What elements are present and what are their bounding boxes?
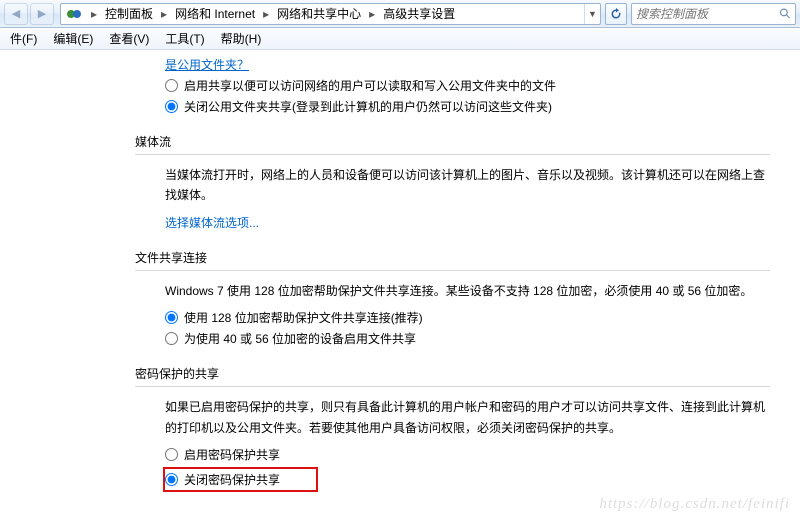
public-folder-help-link[interactable]: 是公用文件夹？ (165, 58, 249, 72)
breadcrumb-dropdown[interactable]: ▼ (584, 4, 600, 24)
password-section-title: 密码保护的共享 (135, 365, 770, 387)
fileshare-section-title: 文件共享连接 (135, 249, 770, 271)
fileshare-128-label: 使用 128 位加密帮助保护文件共享连接(推荐) (184, 309, 423, 326)
forward-button[interactable]: ▶ (30, 3, 54, 25)
arrow-right-icon: ▶ (38, 7, 46, 20)
breadcrumb-seg-1[interactable]: 网络和 Internet (171, 4, 259, 24)
address-toolbar: ◀ ▶ ▸ 控制面板 ▸ 网络和 Internet ▸ 网络和共享中心 ▸ 高级… (0, 0, 800, 28)
password-section-desc: 如果已启用密码保护的共享，则只有具备此计算机的用户帐户和密码的用户才可以访问共享… (165, 397, 770, 438)
breadcrumb-seg-0[interactable]: 控制面板 (101, 4, 157, 24)
public-folder-disable-row[interactable]: 关闭公用文件夹共享(登录到此计算机的用户仍然可以访问这些文件夹) (165, 98, 770, 115)
fileshare-128-radio[interactable] (165, 311, 178, 324)
fileshare-4056-label: 为使用 40 或 56 位加密的设备启用文件共享 (184, 330, 416, 347)
highlight-annotation: 关闭密码保护共享 (163, 467, 318, 492)
refresh-button[interactable] (605, 3, 627, 25)
refresh-icon (610, 8, 622, 20)
arrow-left-icon: ◀ (12, 7, 20, 20)
chevron-right-icon[interactable]: ▸ (87, 4, 101, 24)
chevron-right-icon[interactable]: ▸ (259, 4, 273, 24)
chevron-down-icon: ▼ (588, 9, 597, 19)
media-options-link[interactable]: 选择媒体流选项... (165, 216, 259, 230)
back-button[interactable]: ◀ (4, 3, 28, 25)
search-input[interactable] (636, 7, 779, 21)
menu-edit[interactable]: 编辑(E) (45, 28, 101, 49)
breadcrumb-seg-2[interactable]: 网络和共享中心 (273, 4, 365, 24)
chevron-right-icon[interactable]: ▸ (365, 4, 379, 24)
fileshare-4056-radio[interactable] (165, 332, 178, 345)
password-disable-label: 关闭密码保护共享 (184, 471, 280, 488)
fileshare-128-row[interactable]: 使用 128 位加密帮助保护文件共享连接(推荐) (165, 309, 770, 326)
password-disable-radio[interactable] (165, 473, 178, 486)
public-folder-enable-row[interactable]: 启用共享以便可以访问网络的用户可以读取和写入公用文件夹中的文件 (165, 77, 770, 94)
password-enable-label: 启用密码保护共享 (184, 446, 280, 463)
password-enable-radio[interactable] (165, 448, 178, 461)
public-folder-disable-radio[interactable] (165, 100, 178, 113)
public-folder-disable-label: 关闭公用文件夹共享(登录到此计算机的用户仍然可以访问这些文件夹) (184, 98, 552, 115)
menu-tools[interactable]: 工具(T) (157, 28, 212, 49)
search-box[interactable] (631, 3, 796, 25)
breadcrumb[interactable]: ▸ 控制面板 ▸ 网络和 Internet ▸ 网络和共享中心 ▸ 高级共享设置… (60, 3, 601, 25)
media-section-title: 媒体流 (135, 133, 770, 155)
control-panel-icon (65, 5, 83, 23)
content-area: 是公用文件夹？ 启用共享以便可以访问网络的用户可以读取和写入公用文件夹中的文件 … (0, 50, 800, 519)
fileshare-section-desc: Windows 7 使用 128 位加密帮助保护文件共享连接。某些设备不支持 1… (165, 281, 770, 301)
breadcrumb-seg-3[interactable]: 高级共享设置 (379, 4, 459, 24)
search-icon (779, 7, 791, 20)
media-section-desc: 当媒体流打开时，网络上的人员和设备便可以访问该计算机上的图片、音乐以及视频。该计… (165, 165, 770, 206)
public-folder-enable-radio[interactable] (165, 79, 178, 92)
password-enable-row[interactable]: 启用密码保护共享 (165, 446, 770, 463)
fileshare-4056-row[interactable]: 为使用 40 或 56 位加密的设备启用文件共享 (165, 330, 770, 347)
password-disable-row[interactable]: 关闭密码保护共享 (165, 471, 280, 488)
menubar: 件(F) 编辑(E) 查看(V) 工具(T) 帮助(H) (0, 28, 800, 50)
public-folder-enable-label: 启用共享以便可以访问网络的用户可以读取和写入公用文件夹中的文件 (184, 77, 556, 94)
chevron-right-icon[interactable]: ▸ (157, 4, 171, 24)
menu-view[interactable]: 查看(V) (101, 28, 157, 49)
menu-help[interactable]: 帮助(H) (213, 28, 270, 49)
menu-file[interactable]: 件(F) (2, 28, 45, 49)
